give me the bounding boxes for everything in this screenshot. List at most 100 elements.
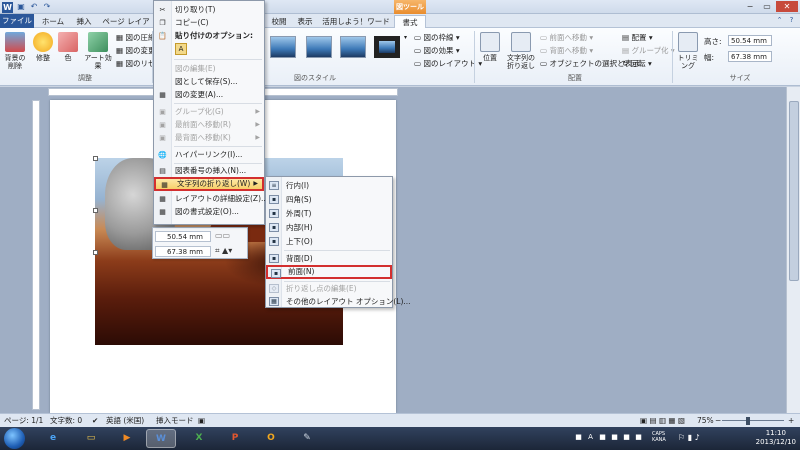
submenu-item-square[interactable]: ▪ 四角(S): [266, 193, 392, 206]
width-field[interactable]: 67.38 mm: [728, 51, 772, 62]
menu-item-format-picture[interactable]: ▦ 図の書式設定(O)...: [154, 206, 264, 218]
submenu-item-tight[interactable]: ▪ 外周(T): [266, 207, 392, 220]
status-page[interactable]: ページ: 1/1: [4, 414, 43, 427]
picture-border-button[interactable]: ▭ 図の枠線 ▾: [414, 32, 460, 43]
bring-forward-button[interactable]: ▭ 前面へ移動 ▾: [540, 32, 593, 43]
submenu-item-through[interactable]: ▪ 内部(H): [266, 221, 392, 234]
status-word-count[interactable]: 文字数: 0: [50, 414, 82, 427]
picture-style-thumb[interactable]: [306, 36, 332, 58]
paste-option-icon[interactable]: A: [175, 43, 187, 55]
menu-item-change-picture[interactable]: ▦ 図の変更(A)...: [154, 89, 264, 101]
tab-view[interactable]: 表示: [294, 15, 316, 28]
tab-format[interactable]: 書式: [394, 15, 426, 29]
picture-style-thumb-selected[interactable]: [374, 36, 400, 58]
color-button[interactable]: 色: [58, 32, 78, 62]
tab-home[interactable]: ホーム: [38, 15, 68, 28]
taskbar-ie-icon[interactable]: e: [38, 429, 68, 448]
menu-item-edit-picture[interactable]: 図の編集(E): [154, 63, 264, 75]
taskbar-powerpoint-icon[interactable]: P: [220, 429, 250, 448]
menu-item-insert-caption[interactable]: ▤ 図表番号の挿入(N)...: [154, 165, 264, 177]
height-field[interactable]: 50.54 mm: [728, 35, 772, 46]
taskbar-explorer-icon[interactable]: ▭: [76, 429, 106, 448]
taskbar-paint-icon[interactable]: ✎: [292, 429, 322, 448]
corrections-button[interactable]: 修整: [32, 32, 54, 62]
menu-item-wrap-text[interactable]: ▦ 文字列の折り返し(W) ▶: [154, 177, 264, 191]
tab-addin[interactable]: 活用しよう！ワード: [322, 15, 390, 28]
tray-icon[interactable]: ■: [598, 433, 607, 442]
undo-icon[interactable]: ↶: [29, 2, 39, 12]
close-button[interactable]: ✕: [776, 1, 798, 12]
tray-icon[interactable]: ■: [574, 433, 583, 442]
start-button[interactable]: [4, 428, 25, 449]
status-insert-mode[interactable]: 挿入モード: [156, 414, 194, 427]
crop-icon[interactable]: ⌗ ▲▾: [215, 246, 232, 256]
position-button[interactable]: 位置: [478, 32, 502, 62]
tab-review[interactable]: 校閲: [268, 15, 290, 28]
submenu-item-top-bottom[interactable]: ▪ 上下(O): [266, 235, 392, 248]
redo-icon[interactable]: ↷: [42, 2, 52, 12]
word-app-icon[interactable]: W: [2, 2, 13, 13]
tray-icon[interactable]: ■: [622, 433, 631, 442]
align-button[interactable]: ▤ 配置 ▾: [622, 32, 653, 43]
send-backward-button[interactable]: ▭ 背面へ移動 ▾: [540, 45, 593, 56]
view-buttons[interactable]: ▣ ▤ ▥ ▦ ▧: [640, 414, 685, 427]
status-zoom-level[interactable]: 75%: [697, 414, 714, 427]
submenu-item-edit-wrap-points[interactable]: ◇ 折り返し点の編集(E): [266, 282, 392, 295]
tray-icon[interactable]: ■: [610, 433, 619, 442]
scrollbar-thumb[interactable]: [789, 101, 799, 281]
tray-icon[interactable]: ■: [634, 433, 643, 442]
submenu-item-in-front[interactable]: ▪ 前面(N): [266, 265, 392, 279]
menu-item-cut[interactable]: ✂ 切り取り(T): [154, 4, 264, 16]
taskbar-outlook-icon[interactable]: O: [256, 429, 286, 448]
picture-effects-button[interactable]: ▭ 図の効果 ▾: [414, 45, 460, 56]
network-icon[interactable]: ⚐ ▮ ♪: [678, 433, 700, 442]
vertical-ruler[interactable]: [32, 100, 40, 410]
menu-item-hyperlink[interactable]: 🌐 ハイパーリンク(I)...: [154, 149, 264, 161]
picture-style-thumb[interactable]: [340, 36, 366, 58]
ime-icon[interactable]: A: [586, 433, 595, 442]
resize-handle[interactable]: [93, 250, 98, 255]
submenu-item-inline[interactable]: ≡ 行内(I): [266, 179, 392, 192]
macro-icon[interactable]: ▣: [198, 414, 205, 427]
taskbar-media-icon[interactable]: ▶: [112, 429, 142, 448]
remove-background-button[interactable]: 背景の 削除: [2, 32, 28, 70]
tab-file[interactable]: ファイル: [0, 14, 34, 28]
menu-item-copy[interactable]: ❐ コピー(C): [154, 17, 264, 29]
group-button[interactable]: ▤ グループ化 ▾: [622, 45, 675, 56]
resize-handle[interactable]: [93, 156, 98, 161]
wrap-text-button[interactable]: 文字列の 折り返し: [504, 32, 538, 70]
rotate-button[interactable]: ↻ 回転 ▾: [622, 58, 652, 69]
vertical-scrollbar[interactable]: [786, 87, 800, 413]
status-language[interactable]: 英語 (米国): [106, 414, 144, 427]
menu-item-send-to-back[interactable]: ▣ 最背面へ移動(K) ▶: [154, 132, 264, 144]
save-icon[interactable]: ▣: [16, 2, 26, 12]
tab-insert[interactable]: 挿入: [72, 15, 96, 28]
taskbar-word-icon[interactable]: W: [146, 429, 176, 448]
submenu-item-behind[interactable]: ▪ 背面(D): [266, 252, 392, 265]
gallery-scroll-icon[interactable]: ▾: [404, 34, 407, 41]
menu-item-more-layout[interactable]: ▦ レイアウトの詳細設定(Z)...: [154, 193, 268, 205]
crop-button[interactable]: トリミング: [675, 32, 701, 70]
resize-handle[interactable]: [93, 208, 98, 213]
taskbar-excel-icon[interactable]: X: [184, 429, 214, 448]
zoom-in-icon[interactable]: +: [788, 414, 794, 427]
minimize-button[interactable]: −: [742, 1, 758, 12]
mini-height-field[interactable]: 50.54 mm: [155, 231, 211, 242]
collapse-ribbon-icon[interactable]: ⌃: [775, 16, 784, 25]
clock[interactable]: 11:10 2013/12/10: [756, 429, 796, 447]
picture-style-thumb[interactable]: [270, 36, 296, 58]
ime-status[interactable]: CAPS KANA: [652, 431, 666, 443]
menu-item-save-as-picture[interactable]: 図として保存(S)...: [154, 76, 264, 88]
zoom-slider-thumb[interactable]: [746, 417, 750, 425]
submenu-item-more-options[interactable]: ▦ その他のレイアウト オプション(L)...: [266, 295, 411, 308]
zoom-out-icon[interactable]: −: [715, 414, 721, 427]
menu-item-group[interactable]: ▣ グループ化(G) ▶: [154, 106, 264, 118]
mini-width-field[interactable]: 67.38 mm: [155, 246, 211, 257]
help-icon[interactable]: ?: [787, 16, 796, 25]
tab-page-layout[interactable]: ページ レイアウト: [100, 15, 152, 28]
artistic-effects-button[interactable]: アート効果: [82, 32, 114, 70]
zoom-slider[interactable]: [722, 420, 784, 421]
bring-forward-icon[interactable]: ▭▭: [215, 231, 230, 240]
menu-item-bring-to-front[interactable]: ▣ 最前面へ移動(R) ▶: [154, 119, 264, 131]
maximize-button[interactable]: ▭: [759, 1, 775, 12]
